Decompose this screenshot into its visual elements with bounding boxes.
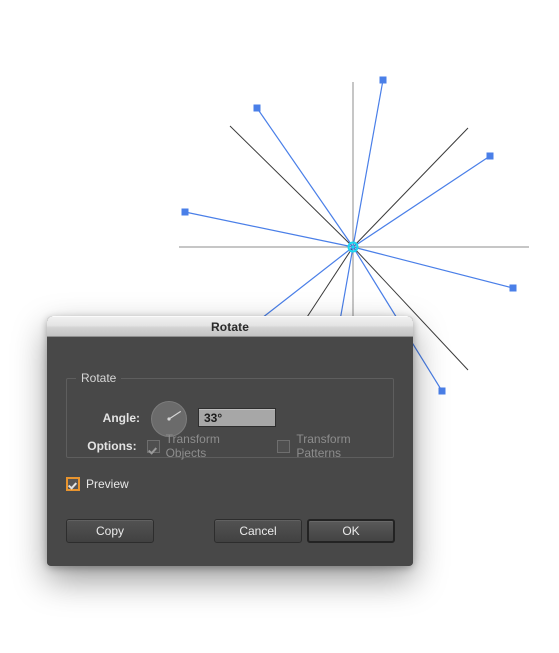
transform-patterns-label: Transform Patterns	[296, 432, 351, 460]
cancel-button[interactable]: Cancel	[214, 519, 302, 543]
dialog-body: Rotate Angle: 33° Options: Transform Obj…	[47, 337, 413, 565]
ok-button[interactable]: OK	[307, 519, 395, 543]
angle-input-value: 33°	[204, 410, 223, 425]
transform-patterns-checkbox[interactable]	[277, 439, 291, 453]
axis-lines	[179, 82, 529, 343]
transform-objects-label: Transform Objects	[165, 432, 220, 460]
angle-input[interactable]: 33°	[198, 408, 276, 427]
options-label: Options:	[87, 439, 137, 453]
preview-checkbox[interactable]	[66, 477, 80, 491]
preview-row[interactable]: Preview	[66, 477, 129, 491]
angle-label: Angle:	[102, 411, 140, 425]
groupbox-legend: Rotate	[76, 371, 122, 385]
dialog-title: Rotate	[211, 319, 249, 334]
options-row: Options: Transform Objects Transform Pat…	[78, 432, 393, 460]
preview-label: Preview	[86, 477, 129, 491]
rotate-dialog[interactable]: Rotate Rotate Angle: 33° Options: Transf…	[47, 316, 413, 566]
rotate-groupbox: Rotate Angle: 33° Options: Transform Obj…	[66, 371, 394, 460]
dialog-titlebar[interactable]: Rotate	[47, 316, 413, 337]
angle-dial-needle-icon	[167, 410, 182, 421]
copy-button[interactable]: Copy	[66, 519, 154, 543]
transform-objects-checkbox[interactable]	[146, 439, 160, 453]
